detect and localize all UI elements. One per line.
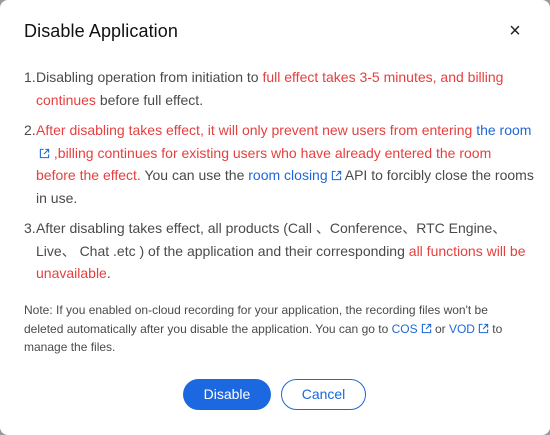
- text-segment: Disabling operation from initiation to: [36, 69, 263, 85]
- list-number: 3.: [24, 220, 36, 236]
- external-link-icon: [478, 323, 489, 333]
- link-label: room closing: [248, 167, 328, 183]
- cancel-button[interactable]: Cancel: [281, 379, 366, 410]
- external-link-icon: [39, 148, 50, 158]
- disable-button[interactable]: Disable: [183, 379, 271, 410]
- link-label: COS: [391, 321, 418, 336]
- list-text: After disabling takes effect, it will on…: [36, 119, 534, 209]
- text-segment: You can use the: [140, 167, 249, 183]
- vod-link[interactable]: VOD: [449, 322, 489, 336]
- list-text: After disabling takes effect, all produc…: [36, 217, 534, 285]
- highlight-text: After disabling takes effect, it will on…: [36, 122, 477, 138]
- list-number: 1.: [24, 69, 36, 85]
- warning-list: 1. Disabling operation from initiation t…: [24, 66, 534, 293]
- recording-note: Note: If you enabled on-cloud recording …: [24, 301, 529, 357]
- text-segment: before full effect.: [95, 91, 204, 108]
- list-item-1: 1. Disabling operation from initiation t…: [24, 66, 534, 111]
- room-closing-link[interactable]: room closing: [248, 167, 341, 183]
- list-item-3: 3. After disabling takes effect, all pro…: [24, 217, 534, 285]
- cos-link[interactable]: COS: [392, 322, 432, 336]
- external-link-icon: [331, 170, 341, 181]
- list-number: 2.: [24, 122, 36, 138]
- link-label: VOD: [448, 321, 475, 336]
- text-segment: .: [106, 265, 111, 281]
- link-label: the room: [476, 122, 532, 138]
- external-link-icon: [421, 323, 431, 333]
- list-text: Disabling operation from initiation to f…: [36, 66, 534, 111]
- note-text: or: [431, 321, 449, 336]
- list-item-2: 2. After disabling takes effect, it will…: [24, 119, 534, 209]
- close-icon[interactable]: ×: [504, 20, 526, 42]
- dialog-title: Disable Application: [24, 21, 178, 41]
- disable-application-dialog: Disable Application × 1. Disabling opera…: [0, 0, 550, 435]
